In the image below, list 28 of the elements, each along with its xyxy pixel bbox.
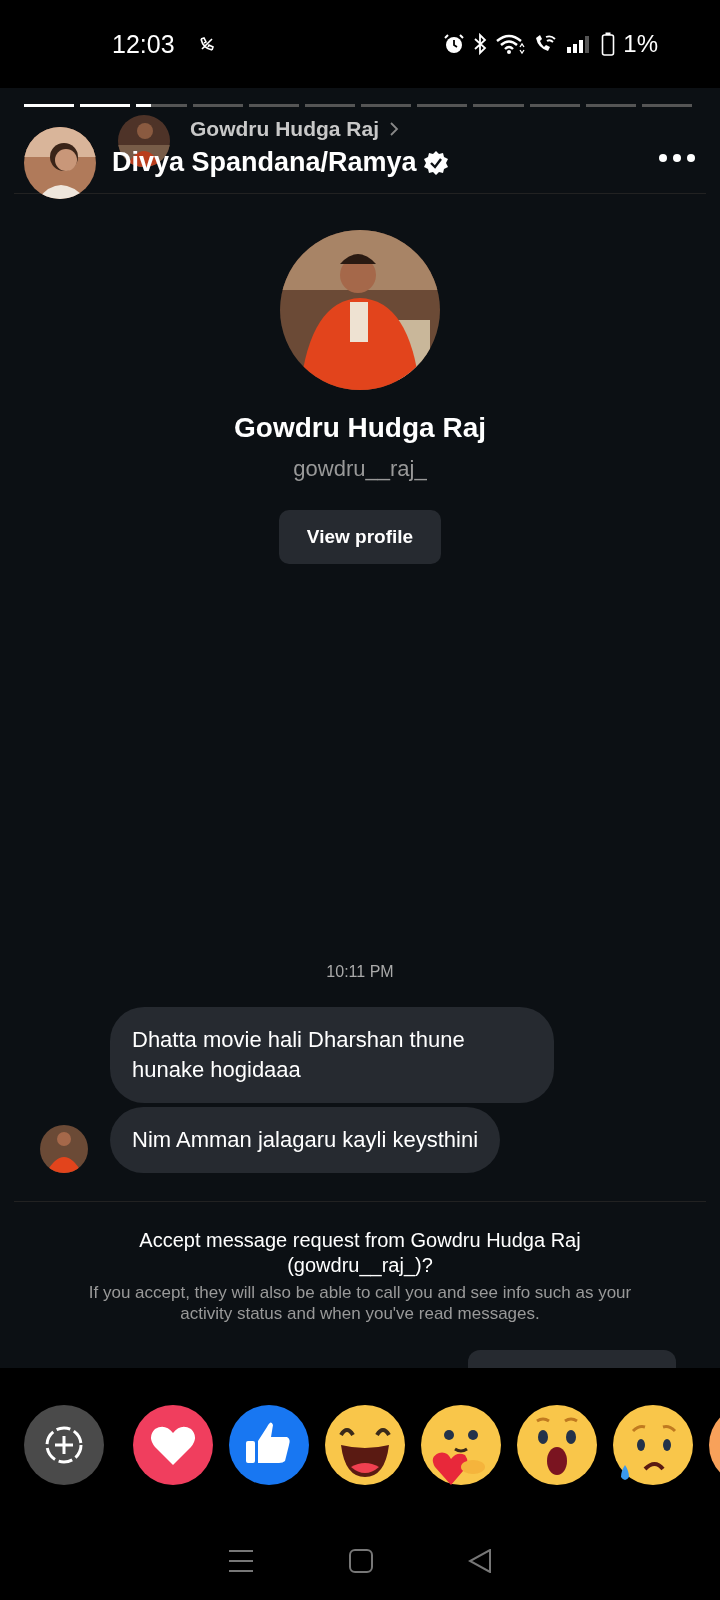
- hugging-face-icon[interactable]: [421, 1405, 501, 1485]
- wifi-icon: [495, 33, 526, 55]
- battery-icon: [601, 31, 616, 57]
- request-title: Accept message request from Gowdru Hudga Raj (gowdru__raj_)?: [138, 1228, 582, 1278]
- heart-reaction-icon[interactable]: [133, 1405, 213, 1485]
- clock-time: 12:03: [112, 29, 175, 59]
- alarm-icon: [443, 33, 466, 55]
- home-icon[interactable]: [349, 1549, 373, 1573]
- sad-face-icon[interactable]: [613, 1405, 693, 1485]
- back-icon[interactable]: [468, 1549, 493, 1573]
- recipient-name[interactable]: Gowdru Hudga Raj: [190, 117, 379, 141]
- message-timestamp: 10:11 PM: [326, 963, 394, 981]
- thumbs-up-reaction-icon[interactable]: [229, 1405, 309, 1485]
- message-bubble: Nim Amman jalagaru kayli keysthini: [110, 1107, 501, 1173]
- chevron-right-icon: [389, 121, 399, 137]
- add-reaction-icon[interactable]: [24, 1405, 104, 1485]
- message-bubble: Dhatta movie hali Dharshan thune hunake hogidaaa: [110, 1007, 554, 1103]
- surprised-face-icon[interactable]: [517, 1405, 597, 1485]
- profile-username: gowdru__raj_: [293, 456, 427, 482]
- menu-icon[interactable]: [227, 1549, 254, 1573]
- story-owner-name[interactable]: Divya Spandana/Ramya: [112, 147, 417, 178]
- view-profile-button[interactable]: View profile: [278, 510, 442, 564]
- battery-percentage: 1%: [623, 30, 658, 58]
- request-note: If you accept, they will also be able to call you and see info such as your activity status and when you've read messages.: [87, 1282, 633, 1324]
- laughing-face-icon[interactable]: [325, 1405, 405, 1485]
- more-options-icon[interactable]: [658, 153, 696, 163]
- bluetooth-icon: [473, 33, 488, 55]
- profile-name: Gowdru Hudga Raj: [234, 412, 486, 444]
